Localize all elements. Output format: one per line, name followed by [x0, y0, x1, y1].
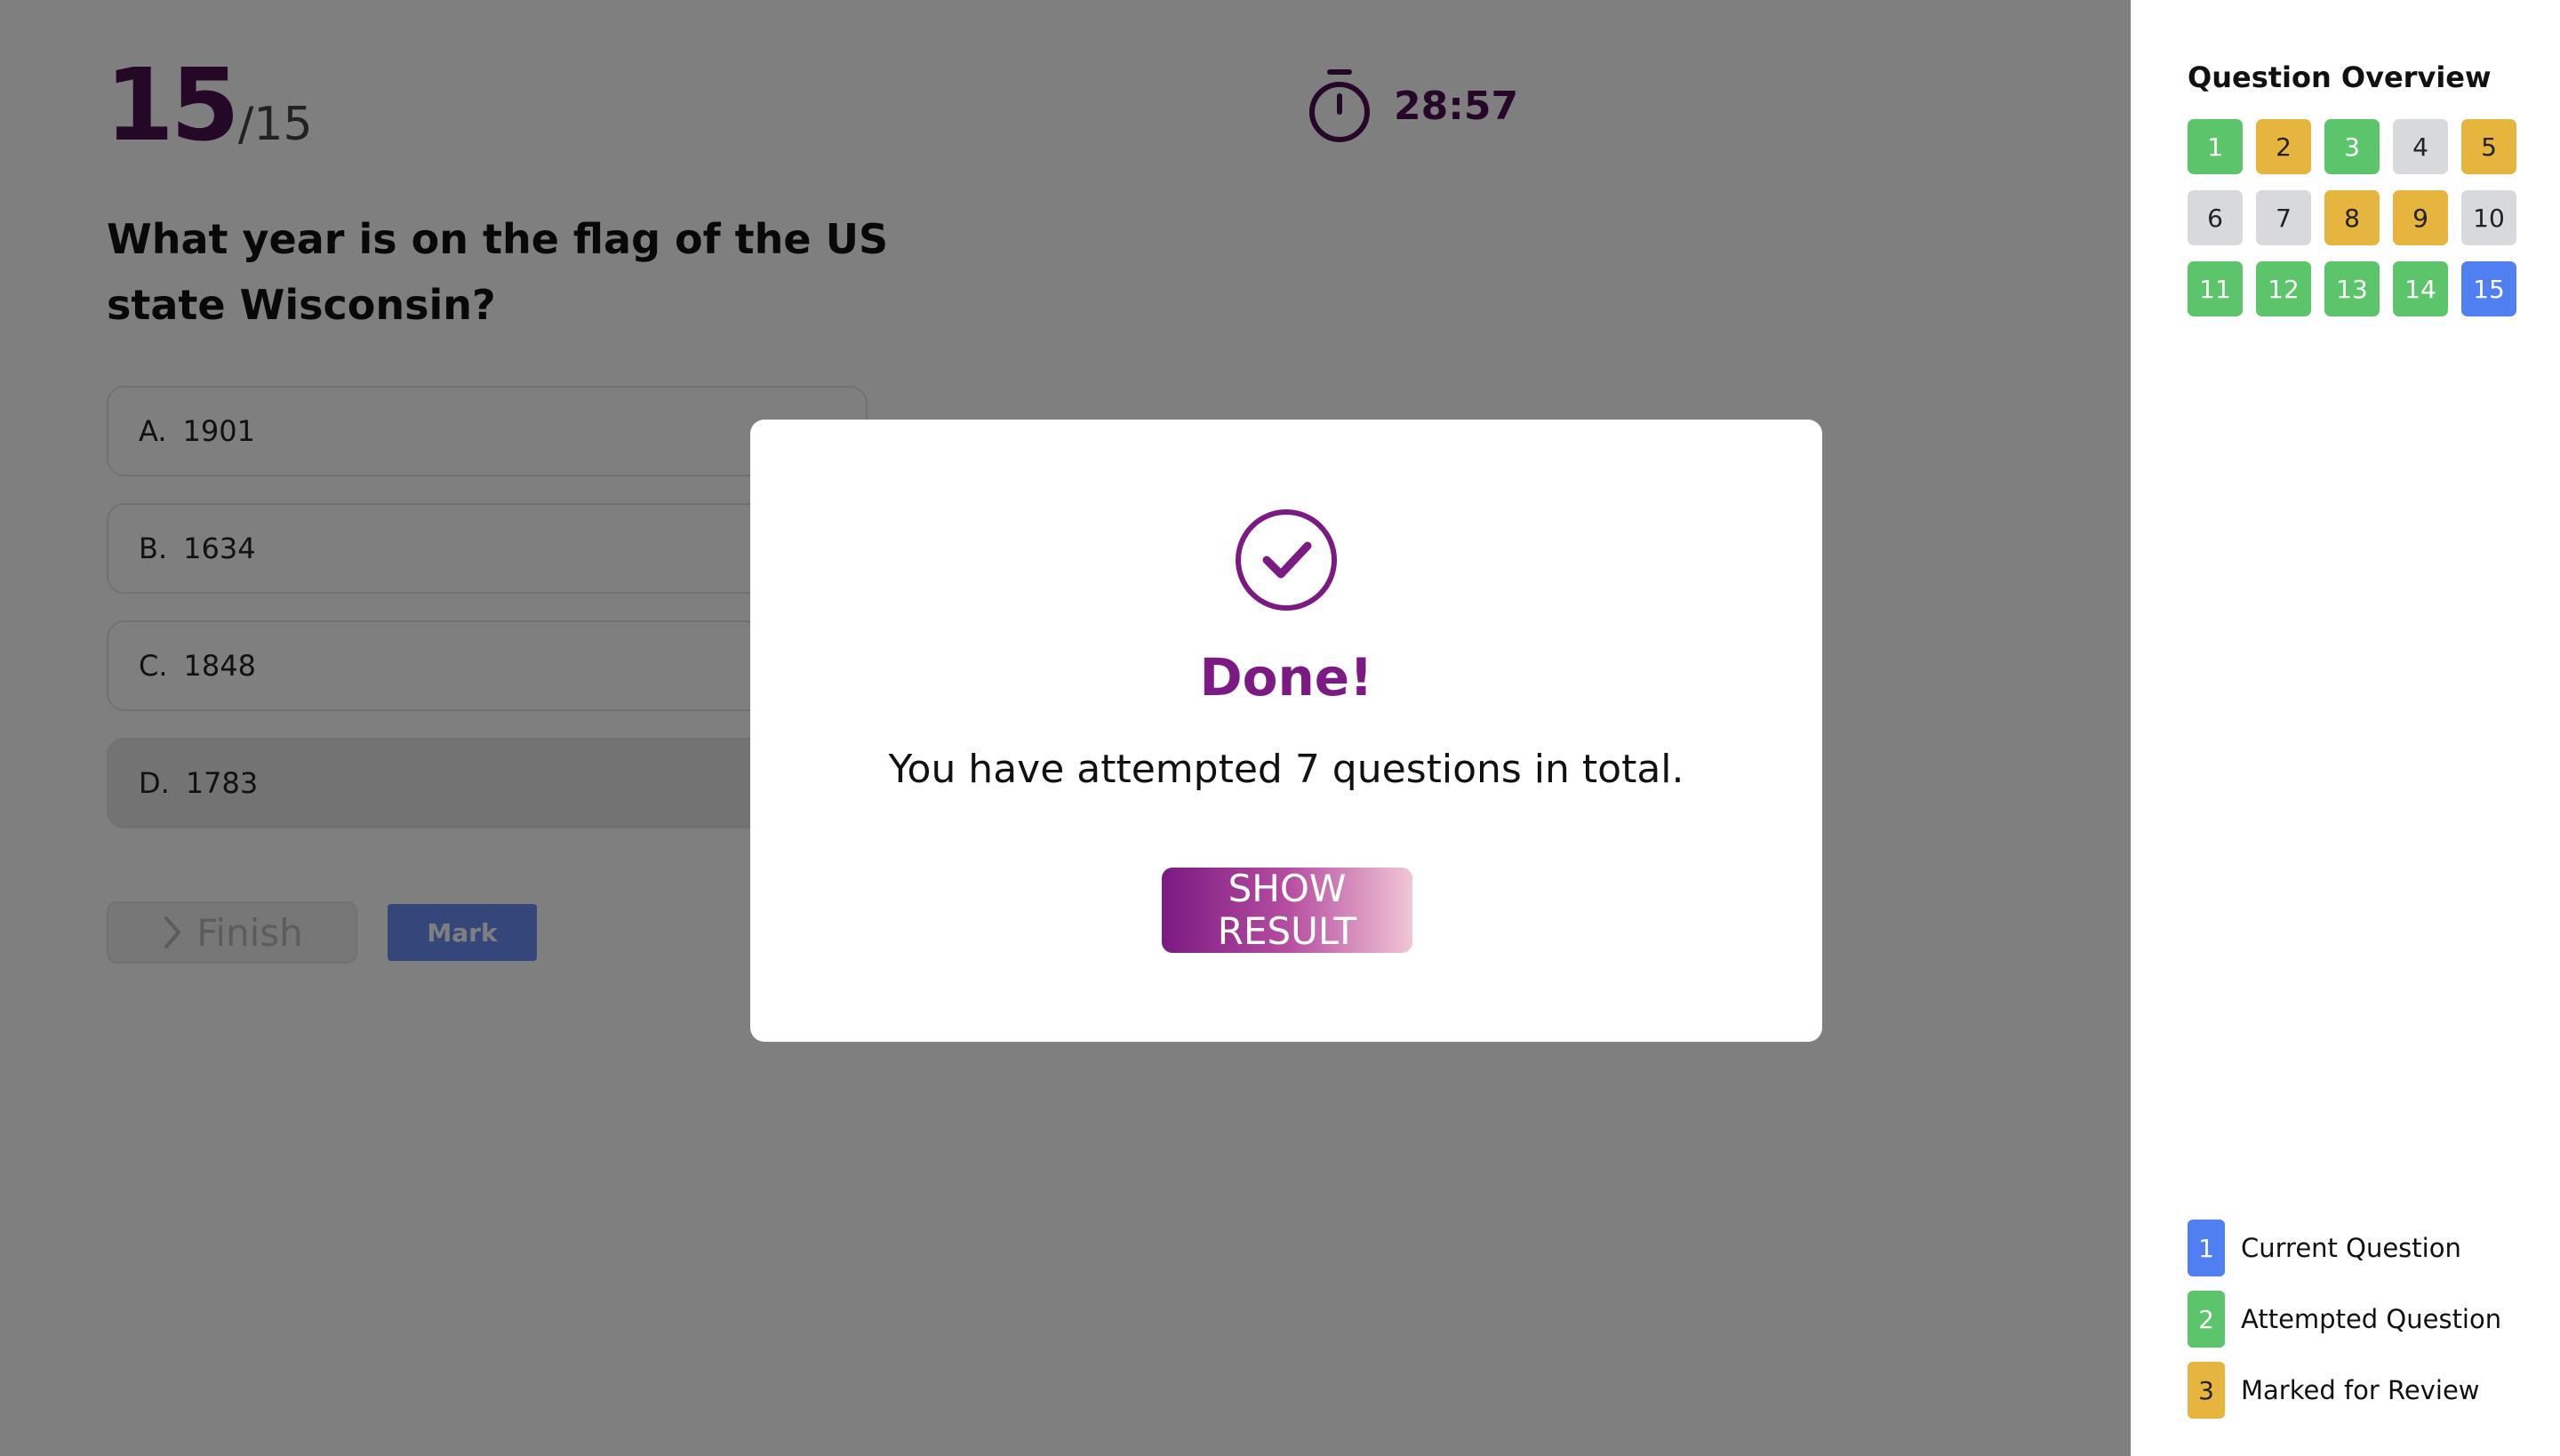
question-box-4[interactable]: 4 — [2393, 119, 2448, 174]
question-box-15[interactable]: 15 — [2461, 261, 2516, 316]
legend-marked: 3 Marked for Review — [2188, 1362, 2501, 1419]
question-box-1[interactable]: 1 — [2188, 119, 2243, 174]
question-box-7[interactable]: 7 — [2256, 190, 2311, 245]
question-box-2[interactable]: 2 — [2256, 119, 2311, 174]
question-box-10[interactable]: 10 — [2461, 190, 2516, 245]
legend-swatch: 1 — [2188, 1220, 2225, 1276]
legend-attempted: 2 Attempted Question — [2188, 1291, 2501, 1348]
legend-current: 1 Current Question — [2188, 1220, 2501, 1276]
question-box-14[interactable]: 14 — [2393, 261, 2448, 316]
question-box-9[interactable]: 9 — [2393, 190, 2448, 245]
dialog-message: You have attempted 7 questions in total. — [888, 747, 1684, 792]
legend-label: Marked for Review — [2241, 1375, 2480, 1405]
question-box-8[interactable]: 8 — [2324, 190, 2380, 245]
question-box-11[interactable]: 11 — [2188, 261, 2243, 316]
sidebar-title: Question Overview — [2188, 60, 2492, 94]
check-circle-icon — [1236, 509, 1337, 611]
status-legend: 1 Current Question 2 Attempted Question … — [2188, 1220, 2501, 1433]
question-box-13[interactable]: 13 — [2324, 261, 2380, 316]
question-box-3[interactable]: 3 — [2324, 119, 2380, 174]
dialog-heading: Done! — [1199, 647, 1373, 708]
quiz-app: 15/15 28:57 What year is on the flag of … — [0, 0, 2560, 1456]
question-box-6[interactable]: 6 — [2188, 190, 2243, 245]
legend-label: Attempted Question — [2241, 1304, 2502, 1334]
question-grid: 1 2 3 4 5 6 7 8 9 10 11 12 13 14 15 — [2188, 119, 2516, 316]
done-dialog: Done! You have attempted 7 questions in … — [750, 420, 1822, 1042]
question-overview-sidebar: Question Overview 1 2 3 4 5 6 7 8 9 10 1… — [2131, 0, 2560, 1456]
show-result-button[interactable]: SHOW RESULT — [1162, 868, 1412, 953]
legend-swatch: 2 — [2188, 1291, 2225, 1348]
question-box-5[interactable]: 5 — [2461, 119, 2516, 174]
legend-label: Current Question — [2241, 1233, 2461, 1263]
question-box-12[interactable]: 12 — [2256, 261, 2311, 316]
legend-swatch: 3 — [2188, 1362, 2225, 1419]
